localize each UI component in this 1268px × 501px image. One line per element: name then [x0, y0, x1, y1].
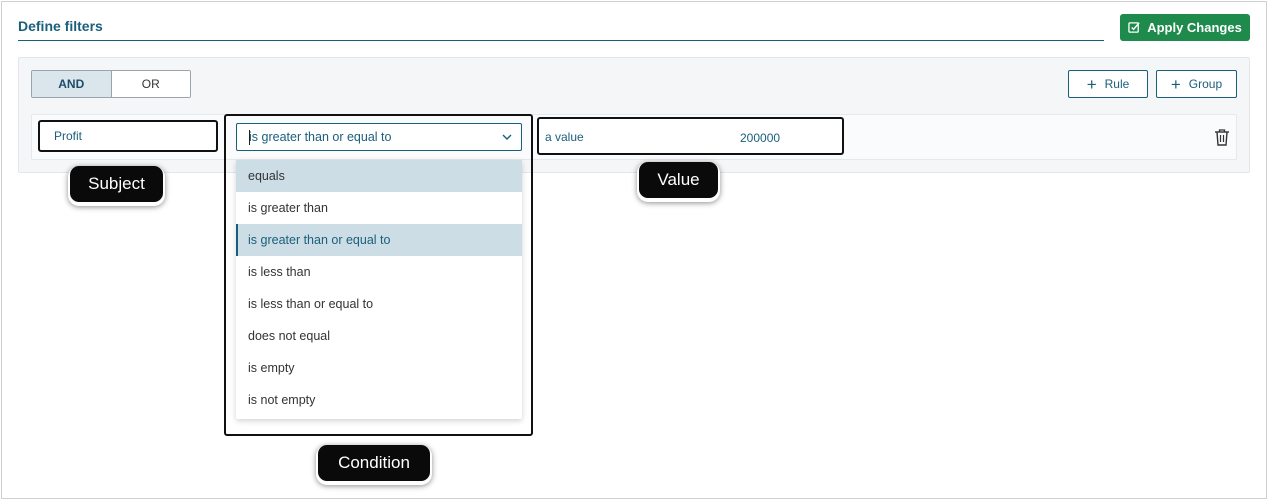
title-divider: [18, 40, 1104, 41]
subject-callout: Subject: [70, 166, 163, 202]
subject-value: Profit: [54, 129, 83, 143]
chevron-down-icon: [501, 131, 513, 143]
apply-changes-label: Apply Changes: [1147, 20, 1242, 35]
condition-option-is-not-empty[interactable]: is not empty: [236, 384, 522, 416]
and-toggle-button[interactable]: AND: [32, 71, 112, 97]
or-toggle-button[interactable]: OR: [111, 71, 190, 97]
condition-selected-value: is greater than or equal to: [249, 130, 392, 144]
subject-field[interactable]: Profit: [38, 120, 218, 152]
condition-option-greater-than[interactable]: is greater than: [236, 192, 522, 224]
value-callout: Value: [639, 162, 718, 198]
text-caret: [249, 130, 250, 145]
add-rule-button[interactable]: + Rule: [1068, 70, 1148, 98]
checkbox-edit-icon: [1128, 21, 1141, 34]
value-field[interactable]: a value 200000: [537, 117, 844, 155]
condition-option-less-than-or-equal[interactable]: is less than or equal to: [236, 288, 522, 320]
value-input-text: 200000: [740, 131, 781, 145]
plus-icon: +: [1170, 74, 1181, 94]
value-placeholder: a value: [545, 130, 584, 144]
condition-select[interactable]: is greater than or equal to: [236, 123, 522, 151]
condition-option-greater-than-or-equal[interactable]: is greater than or equal to: [236, 224, 522, 256]
condition-option-is-empty[interactable]: is empty: [236, 352, 522, 384]
add-group-label: Group: [1188, 77, 1223, 91]
trash-icon[interactable]: [1214, 128, 1230, 146]
condition-option-less-than[interactable]: is less than: [236, 256, 522, 288]
add-group-button[interactable]: + Group: [1156, 70, 1237, 98]
plus-icon: +: [1086, 74, 1097, 94]
page-title: Define filters: [18, 18, 103, 34]
condition-callout: Condition: [318, 445, 430, 481]
logic-toggle: AND OR: [31, 70, 191, 98]
apply-changes-button[interactable]: Apply Changes: [1120, 14, 1250, 41]
condition-option-not-equal[interactable]: does not equal: [236, 320, 522, 352]
condition-dropdown-list: equals is greater than is greater than o…: [236, 160, 522, 419]
condition-option-equals[interactable]: equals: [236, 160, 522, 192]
add-rule-label: Rule: [1104, 77, 1130, 91]
